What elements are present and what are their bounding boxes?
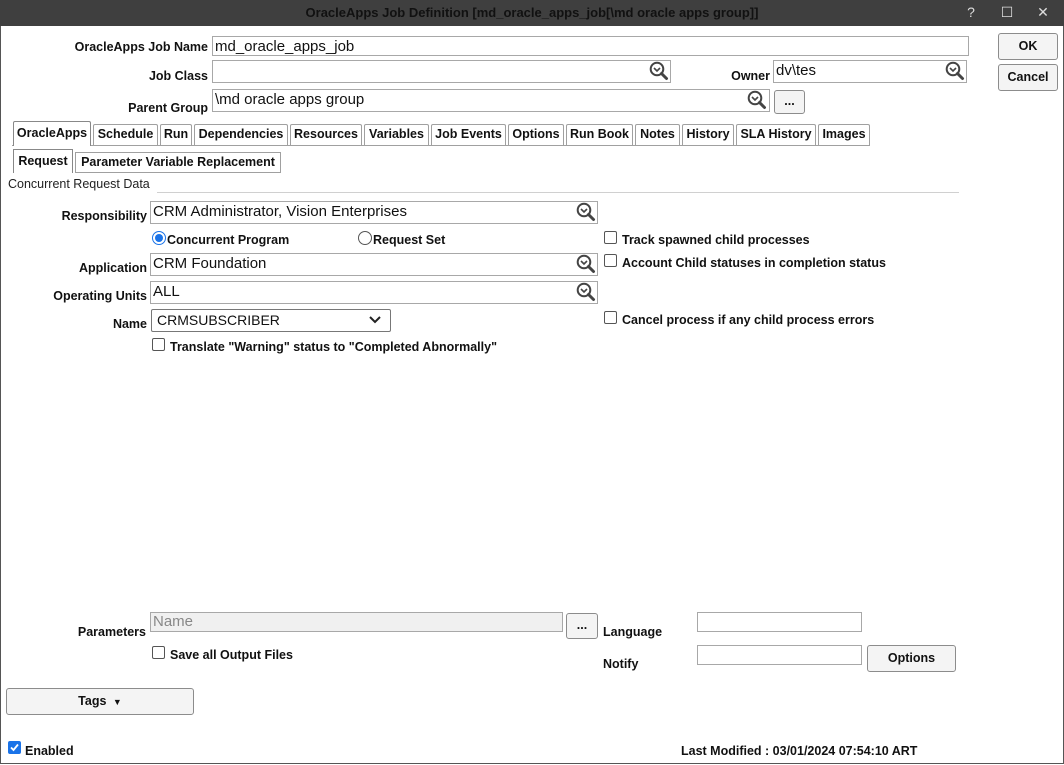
job-class-label: Job Class [148, 69, 208, 83]
tab-run[interactable]: Run [160, 124, 192, 145]
language-input[interactable] [697, 612, 862, 632]
tab-run-book[interactable]: Run Book [566, 124, 633, 145]
tab-images[interactable]: Images [818, 124, 870, 145]
notify-label: Notify [603, 657, 639, 671]
section-title: Concurrent Request Data [8, 177, 150, 191]
parameters-input[interactable]: Name [150, 612, 563, 632]
tab-oracleapps[interactable]: OracleApps [13, 121, 91, 146]
tab-job-events[interactable]: Job Events [431, 124, 506, 145]
responsibility-lookup-icon[interactable] [576, 202, 596, 222]
checkmark-icon [10, 743, 19, 752]
request-set-radio[interactable] [358, 231, 372, 245]
account-child-checkbox[interactable] [604, 254, 617, 267]
operating-units-label: Operating Units [53, 289, 147, 303]
job-class-lookup-icon[interactable] [649, 61, 669, 81]
application-label: Application [78, 261, 147, 275]
concurrent-program-label: Concurrent Program [167, 233, 290, 247]
operating-units-input[interactable]: ALL [150, 281, 598, 304]
tab-sla-history[interactable]: SLA History [736, 124, 816, 145]
translate-warning-checkbox[interactable] [152, 338, 165, 351]
help-icon[interactable]: ? [960, 0, 982, 26]
parameters-label: Parameters [77, 625, 146, 639]
job-class-input[interactable] [212, 60, 671, 83]
job-name-input[interactable]: md_oracle_apps_job [212, 36, 969, 56]
tab-resources[interactable]: Resources [290, 124, 362, 145]
tags-button-label: Tags [78, 694, 107, 708]
operating-units-lookup-icon[interactable] [576, 282, 596, 302]
owner-label: Owner [731, 69, 770, 83]
name-label: Name [112, 317, 147, 331]
maximize-icon[interactable]: ☐ [996, 0, 1018, 26]
tab-history[interactable]: History [682, 124, 734, 145]
save-output-checkbox[interactable] [152, 646, 165, 659]
last-modified-text: Last Modified : 03/01/2024 07:54:10 ART [681, 744, 918, 758]
close-icon[interactable]: ✕ [1032, 0, 1054, 26]
subtab-request[interactable]: Request [13, 149, 73, 173]
owner-lookup-icon[interactable] [945, 61, 965, 81]
cancel-process-label: Cancel process if any child process erro… [622, 313, 875, 327]
chevron-down-icon[interactable] [368, 314, 382, 326]
translate-warning-label: Translate "Warning" status to "Completed… [170, 340, 497, 354]
section-divider [157, 192, 959, 193]
job-name-label: OracleApps Job Name [74, 40, 208, 54]
track-spawned-checkbox[interactable] [604, 231, 617, 244]
enabled-checkbox[interactable] [8, 741, 21, 754]
tab-options[interactable]: Options [508, 124, 564, 145]
parent-group-input[interactable]: \md oracle apps group [212, 89, 770, 112]
responsibility-label: Responsibility [61, 209, 147, 223]
ok-button[interactable]: OK [998, 33, 1058, 60]
tab-strip-baseline [12, 145, 870, 146]
parameters-browse-button[interactable]: ... [566, 613, 598, 639]
application-input[interactable]: CRM Foundation [150, 253, 598, 276]
notify-input[interactable] [697, 645, 862, 665]
options-button[interactable]: Options [867, 645, 956, 672]
name-select-value: CRMSUBSCRIBER [157, 312, 280, 328]
parent-group-label: Parent Group [128, 101, 208, 115]
parent-group-lookup-icon[interactable] [747, 90, 767, 110]
owner-input[interactable]: dv\tes [773, 60, 967, 83]
tab-dependencies[interactable]: Dependencies [194, 124, 288, 145]
application-lookup-icon[interactable] [576, 254, 596, 274]
tab-notes[interactable]: Notes [635, 124, 680, 145]
tab-variables[interactable]: Variables [364, 124, 429, 145]
cancel-process-checkbox[interactable] [604, 311, 617, 324]
window-title: OracleApps Job Definition [md_oracle_app… [305, 5, 759, 20]
save-output-label: Save all Output Files [170, 648, 293, 662]
name-select[interactable]: CRMSUBSCRIBER [151, 309, 391, 332]
account-child-label: Account Child statuses in completion sta… [622, 256, 886, 270]
subtab-parameter-variable-replacement[interactable]: Parameter Variable Replacement [75, 152, 281, 173]
responsibility-input[interactable]: CRM Administrator, Vision Enterprises [150, 201, 598, 224]
language-label: Language [603, 625, 663, 639]
cancel-button[interactable]: Cancel [998, 64, 1058, 91]
caret-down-icon: ▼ [112, 697, 122, 707]
enabled-label: Enabled [25, 744, 74, 758]
concurrent-program-radio[interactable] [152, 231, 166, 245]
tab-schedule[interactable]: Schedule [93, 124, 158, 145]
tags-button[interactable]: Tags ▼ [6, 688, 194, 715]
track-spawned-label: Track spawned child processes [622, 233, 810, 247]
request-set-label: Request Set [373, 233, 446, 247]
parent-group-browse-button[interactable]: ... [774, 90, 805, 114]
